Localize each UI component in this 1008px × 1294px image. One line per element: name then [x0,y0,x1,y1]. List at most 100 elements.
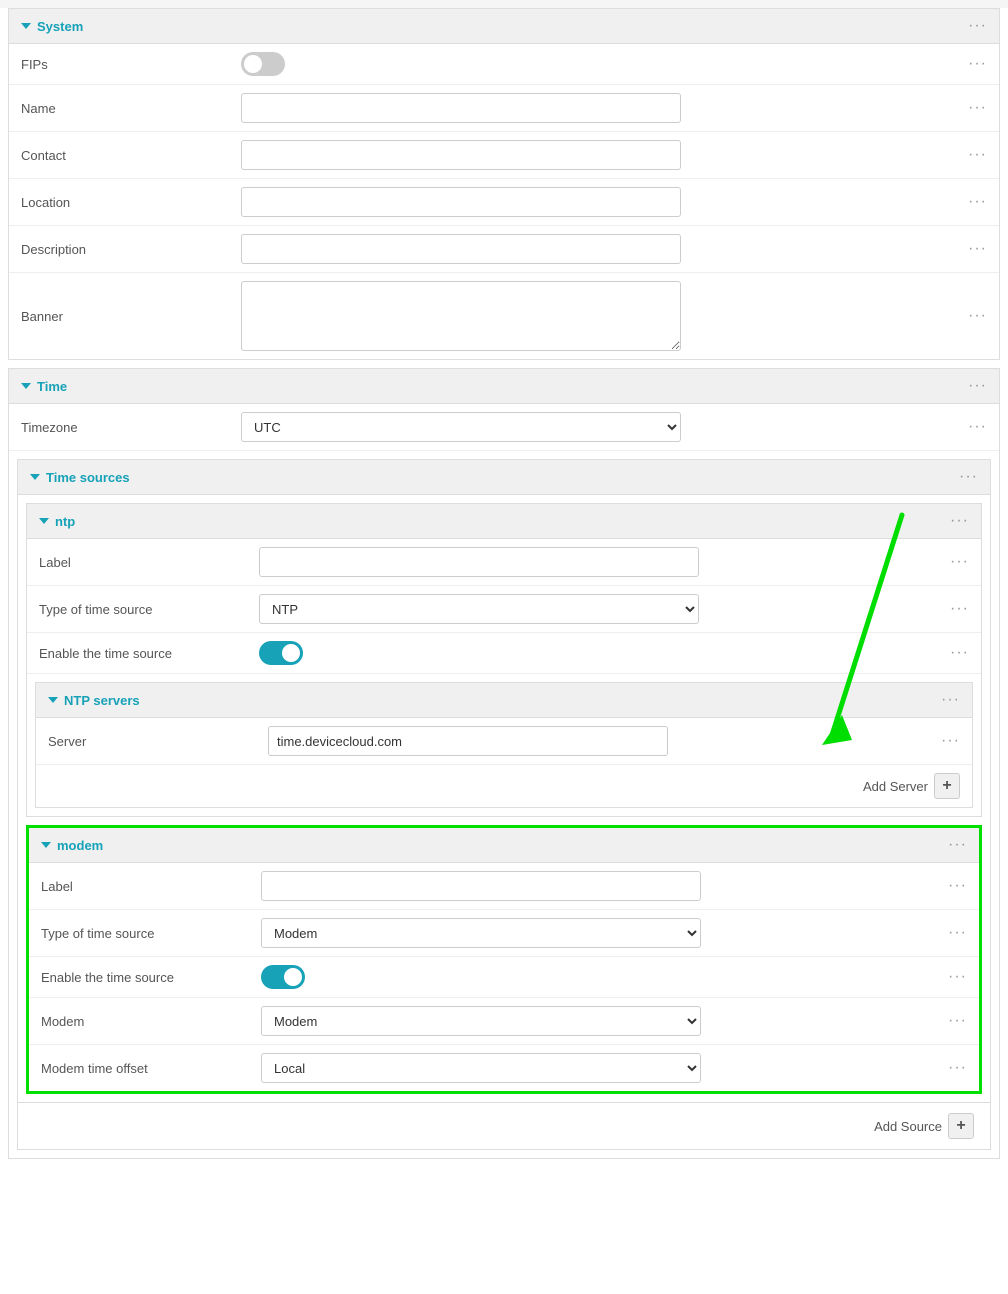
ntp-label-row: Label ··· [27,539,981,586]
timezone-dots[interactable]: ··· [956,418,987,436]
server-row: Server ··· [36,718,972,765]
fips-toggle[interactable] [241,52,285,76]
modem-label-row: Label ··· [29,863,979,910]
fips-row: FIPs ··· [9,44,999,85]
description-dots[interactable]: ··· [956,240,987,258]
modem-label-control [261,871,936,901]
modem-enable-row: Enable the time source ··· [29,957,979,998]
modem-enable-label: Enable the time source [41,970,261,985]
modem-enable-control [261,965,936,989]
add-source-label: Add Source [874,1119,942,1134]
ntp-type-row: Type of time source NTP Modem ··· [27,586,981,633]
ntp-servers-header: NTP servers ··· [36,683,972,718]
server-control [268,726,929,756]
modem-label-dots[interactable]: ··· [936,877,967,895]
add-server-row: Add Server + [36,765,972,807]
time-dots-menu[interactable]: ··· [968,377,987,395]
modem-label-input[interactable] [261,871,701,901]
system-section: System ··· FIPs ··· Name ··· Con [8,8,1000,360]
modem-section: modem ··· Label ··· Type of time source [26,825,982,1094]
add-server-label: Add Server [863,779,928,794]
name-dots[interactable]: ··· [956,99,987,117]
contact-dots[interactable]: ··· [956,146,987,164]
modem-type-select[interactable]: NTP Modem [261,918,701,948]
ntp-title-label: ntp [55,514,75,529]
location-dots[interactable]: ··· [956,193,987,211]
ntp-section: ntp ··· Label ··· Type of time source [26,503,982,817]
modem-enable-dots[interactable]: ··· [936,968,967,986]
modem-collapse-icon[interactable] [41,842,51,848]
banner-textarea[interactable] [241,281,681,351]
ntp-label-dots[interactable]: ··· [938,553,969,571]
contact-input[interactable] [241,140,681,170]
location-input[interactable] [241,187,681,217]
modem-modem-control: Modem [261,1006,936,1036]
modem-modem-label: Modem [41,1014,261,1029]
server-input[interactable] [268,726,668,756]
time-title: Time [21,379,67,394]
ntp-label-control [259,547,938,577]
description-control [241,234,956,264]
modem-dots-menu[interactable]: ··· [948,836,967,854]
system-collapse-icon[interactable] [21,23,31,29]
location-row: Location ··· [9,179,999,226]
modem-title: modem [41,838,103,853]
ntp-enable-toggle[interactable] [259,641,303,665]
add-source-button[interactable]: + [948,1113,974,1139]
modem-offset-control: Local UTC [261,1053,936,1083]
modem-type-label: Type of time source [41,926,261,941]
fips-dots[interactable]: ··· [956,55,987,73]
modem-type-row: Type of time source NTP Modem ··· [29,910,979,957]
ntp-title: ntp [39,514,75,529]
timezone-select[interactable]: UTC [241,412,681,442]
modem-label-label: Label [41,879,261,894]
modem-type-dots[interactable]: ··· [936,924,967,942]
modem-offset-select[interactable]: Local UTC [261,1053,701,1083]
modem-offset-label: Modem time offset [41,1061,261,1076]
time-title-label: Time [37,379,67,394]
add-server-button[interactable]: + [934,773,960,799]
time-sources-dots-menu[interactable]: ··· [959,468,978,486]
page-wrapper: System ··· FIPs ··· Name ··· Con [0,8,1008,1294]
modem-offset-dots[interactable]: ··· [936,1059,967,1077]
timezone-label: Timezone [21,420,241,435]
time-sources-title: Time sources [30,470,130,485]
fips-label: FIPs [21,57,241,72]
modem-type-control: NTP Modem [261,918,936,948]
modem-modem-dots[interactable]: ··· [936,1012,967,1030]
name-input[interactable] [241,93,681,123]
banner-dots[interactable]: ··· [956,307,987,325]
ntp-type-dots[interactable]: ··· [938,600,969,618]
modem-modem-select[interactable]: Modem [261,1006,701,1036]
ntp-servers-title: NTP servers [48,693,140,708]
ntp-label-input[interactable] [259,547,699,577]
server-dots[interactable]: ··· [929,732,960,750]
ntp-enable-row: Enable the time source ··· [27,633,981,674]
time-header: Time ··· [9,369,999,404]
description-input[interactable] [241,234,681,264]
system-title: System [21,19,83,34]
modem-header: modem ··· [29,828,979,863]
ntp-servers-collapse-icon[interactable] [48,697,58,703]
ntp-type-label: Type of time source [39,602,259,617]
system-header: System ··· [9,9,999,44]
ntp-servers-title-label: NTP servers [64,693,140,708]
ntp-enable-dots[interactable]: ··· [938,644,969,662]
ntp-dots-menu[interactable]: ··· [950,512,969,530]
add-source-row: Add Source + [18,1102,990,1149]
time-sources-collapse-icon[interactable] [30,474,40,480]
contact-control [241,140,956,170]
banner-control [241,281,956,351]
system-dots-menu[interactable]: ··· [968,17,987,35]
ntp-servers-dots-menu[interactable]: ··· [941,691,960,709]
ntp-type-control: NTP Modem [259,594,938,624]
modem-enable-toggle[interactable] [261,965,305,989]
description-label: Description [21,242,241,257]
time-collapse-icon[interactable] [21,383,31,389]
time-sources-header: Time sources ··· [18,460,990,495]
ntp-collapse-icon[interactable] [39,518,49,524]
ntp-enable-slider [259,641,303,665]
ntp-type-select[interactable]: NTP Modem [259,594,699,624]
location-label: Location [21,195,241,210]
time-sources-section: Time sources ··· ntp ··· Label [17,459,991,1150]
